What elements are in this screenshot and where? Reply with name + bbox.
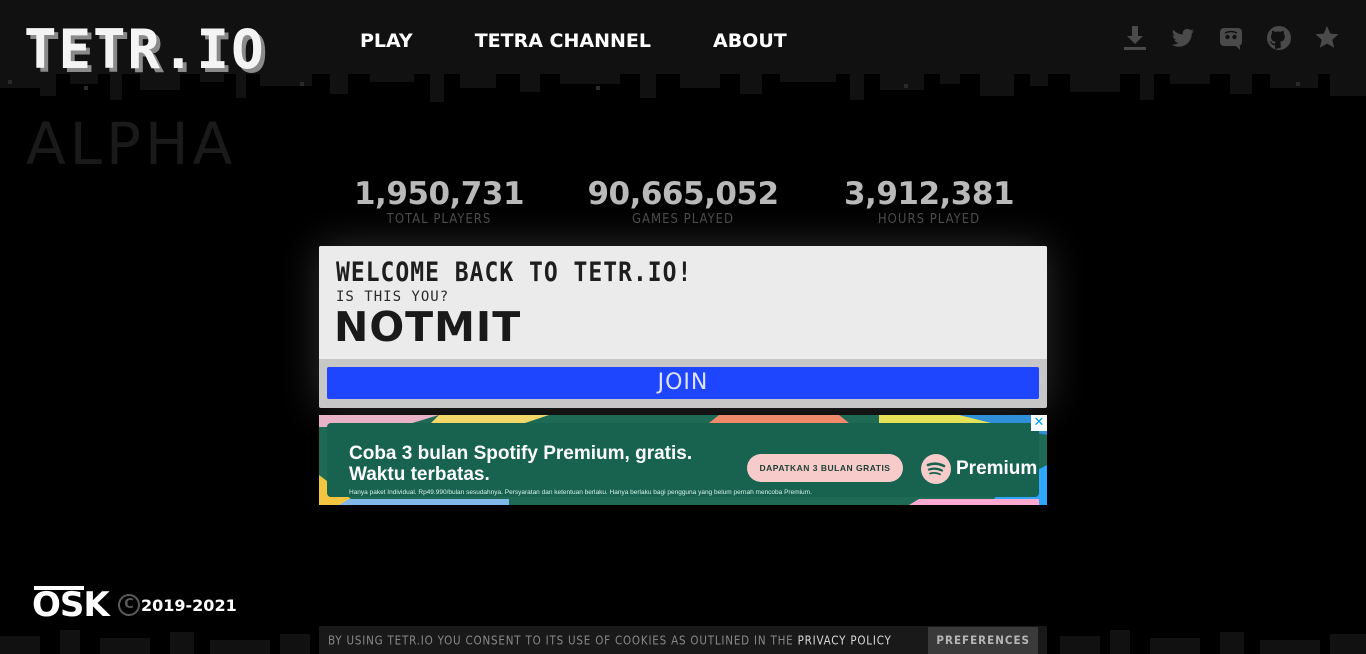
username: NOTMIT [334,303,522,351]
tetrio-logo[interactable]: TETR.IO [24,20,300,86]
twitter-icon[interactable] [1170,24,1196,52]
ad-fineprint: Hanya paket Individual. Rp49.990/bulan s… [349,489,812,496]
spotify-logo-icon [921,454,951,484]
cookie-preferences-button[interactable]: PREFERENCES [928,627,1038,654]
cookie-consent-text: BY USING TETR.IO YOU CONSENT TO ITS USE … [328,632,892,647]
social-links [1100,24,1340,52]
nav-play[interactable]: PLAY [360,30,413,56]
copyright-icon: C [118,594,140,616]
cookie-text-body: BY USING TETR.IO YOU CONSENT TO ITS USE … [328,632,798,648]
stats-panel: 1,950,731 TOTAL PLAYERS 90,665,052 GAMES… [316,176,1052,236]
ad-content: Coba 3 bulan Spotify Premium, gratis. Wa… [327,423,1039,497]
stat-games-played: 90,665,052 GAMES PLAYED [580,176,786,228]
stat-label: GAMES PLAYED [631,212,735,227]
stat-value: 90,665,052 [587,176,779,212]
stat-hours-played: 3,912,381 HOURS PLAYED [826,176,1032,228]
logo-text: TETR.IO [24,18,266,81]
stat-value: 1,950,731 [353,176,525,212]
cookie-consent-bar: BY USING TETR.IO YOU CONSENT TO ITS USE … [319,626,1047,654]
welcome-card: WELCOME BACK TO TETR.IO! IS THIS YOU? NO… [319,246,1047,408]
ad-banner[interactable]: Coba 3 bulan Spotify Premium, gratis. Wa… [319,415,1047,505]
ad-cta-button[interactable]: DAPATKAN 3 BULAN GRATIS [747,454,903,482]
stat-total-players: 1,950,731 TOTAL PLAYERS [336,176,542,228]
welcome-card-body: WELCOME BACK TO TETR.IO! IS THIS YOU? NO… [319,246,1047,359]
stat-value: 3,912,381 [843,176,1015,212]
star-icon[interactable] [1314,24,1340,52]
ad-close-icon[interactable]: ✕ [1031,415,1047,431]
discord-icon[interactable] [1218,24,1244,52]
ad-brand-text: Premium [956,458,1038,479]
nav-about[interactable]: ABOUT [713,30,787,56]
osk-logo-text: OSK [32,585,110,625]
download-icon[interactable] [1122,24,1148,52]
ad-headline: Coba 3 bulan Spotify Premium, gratis. [349,443,693,464]
stat-label: TOTAL PLAYERS [386,212,492,227]
spotify-premium-brand: Premium [921,454,1037,484]
join-button[interactable]: JOIN [327,367,1039,399]
copyright-years: 2019-2021 [141,596,237,615]
stat-label: HOURS PLAYED [877,212,981,227]
nav-tetra-channel[interactable]: TETRA CHANNEL [475,30,651,56]
main-nav: PLAY TETRA CHANNEL ABOUT [360,30,849,56]
alpha-label: ALPHA [26,110,237,178]
ad-headline-line2: Waktu terbatas. [349,464,490,485]
privacy-policy-link[interactable]: PRIVACY POLICY [798,632,892,647]
github-icon[interactable] [1266,24,1292,52]
welcome-title: WELCOME BACK TO TETR.IO! [336,258,693,288]
